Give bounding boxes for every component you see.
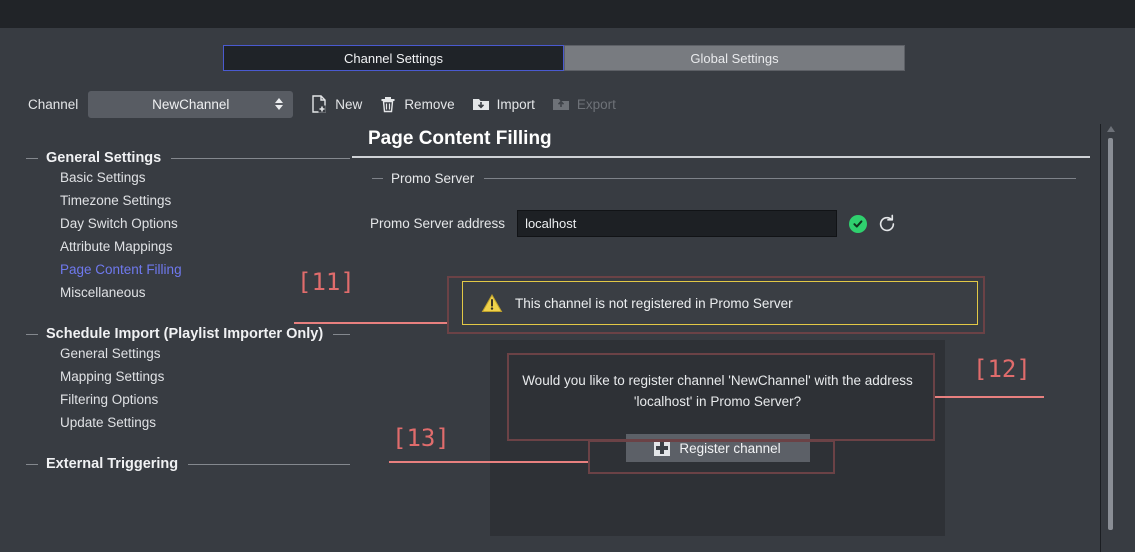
sidebar-group-general-settings: General Settings [0,150,350,166]
sidebar-group-schedule-import: Schedule Import (Playlist Importer Only) [0,326,350,342]
settings-sidebar: General Settings Basic Settings Timezone… [0,140,350,552]
warning-banner-wrapper: This channel is not registered in Promo … [462,281,978,325]
chevron-updown-icon [275,98,283,110]
register-channel-button-label: Register channel [679,441,780,456]
refresh-icon[interactable] [877,214,897,234]
register-question-text: Would you like to register channel 'NewC… [503,370,933,412]
check-circle-icon [849,215,867,233]
title-bar [0,0,1135,28]
export-folder-icon [551,94,571,114]
import-folder-icon [471,94,491,114]
tab-global-settings[interactable]: Global Settings [564,45,905,71]
warning-triangle-icon [481,293,503,313]
promo-server-address-row: Promo Server address [352,210,1092,237]
group-rule [188,464,350,465]
import-button[interactable]: Import [471,94,535,114]
section-dash [372,178,383,179]
sidebar-item-day-switch-options[interactable]: Day Switch Options [0,212,350,235]
new-document-icon [309,94,329,114]
page-title: Page Content Filling [352,124,1092,156]
section-rule [484,178,1076,179]
sidebar-group-label: General Settings [46,150,161,166]
plus-icon [654,440,670,456]
scroll-up-arrow-icon[interactable] [1107,126,1115,132]
tab-channel-settings[interactable]: Channel Settings [223,45,564,71]
group-rule [333,334,350,335]
warning-banner-text: This channel is not registered in Promo … [515,296,793,311]
sidebar-item-attribute-mappings[interactable]: Attribute Mappings [0,235,350,258]
settings-tabstrip: Channel Settings Global Settings [223,45,905,71]
vertical-scrollbar[interactable] [1105,124,1117,552]
trash-icon [378,94,398,114]
sidebar-item-mapping-settings[interactable]: Mapping Settings [0,365,350,388]
group-dash [26,464,38,465]
group-rule [171,158,350,159]
channel-label: Channel [28,97,78,112]
import-button-label: Import [497,97,535,112]
scrollbar-thumb[interactable] [1108,138,1113,530]
section-title: Promo Server [391,171,474,186]
remove-button-label: Remove [404,97,454,112]
sidebar-item-page-content-filling[interactable]: Page Content Filling [0,258,350,281]
main-panel: Page Content Filling Promo Server Promo … [352,124,1092,552]
channel-toolbar: Channel NewChannel New Remove [28,90,616,118]
group-dash [26,158,38,159]
sidebar-item-schedule-general-settings[interactable]: General Settings [0,342,350,365]
title-divider [352,156,1090,158]
sidebar-item-timezone-settings[interactable]: Timezone Settings [0,189,350,212]
section-promo-server: Promo Server [352,171,1092,186]
promo-server-address-label: Promo Server address [370,216,505,231]
register-panel: Would you like to register channel 'NewC… [490,340,945,536]
promo-server-address-input[interactable] [517,210,837,237]
sidebar-item-filtering-options[interactable]: Filtering Options [0,388,350,411]
application-window: Channel Settings Global Settings Channel… [0,0,1135,552]
channel-select[interactable]: NewChannel [88,91,293,118]
pane-divider [1100,124,1101,552]
channel-select-value: NewChannel [152,97,229,112]
new-button[interactable]: New [309,94,362,114]
sidebar-group-label: Schedule Import (Playlist Importer Only) [46,326,323,342]
new-button-label: New [335,97,362,112]
sidebar-group-label: External Triggering [46,456,178,472]
warning-banner: This channel is not registered in Promo … [462,281,978,325]
export-button[interactable]: Export [551,94,616,114]
sidebar-item-miscellaneous[interactable]: Miscellaneous [0,281,350,304]
export-button-label: Export [577,97,616,112]
sidebar-item-update-settings[interactable]: Update Settings [0,411,350,434]
sidebar-item-basic-settings[interactable]: Basic Settings [0,166,350,189]
remove-button[interactable]: Remove [378,94,454,114]
sidebar-group-external-triggering: External Triggering [0,456,350,472]
group-dash [26,334,38,335]
register-channel-button[interactable]: Register channel [626,434,810,462]
